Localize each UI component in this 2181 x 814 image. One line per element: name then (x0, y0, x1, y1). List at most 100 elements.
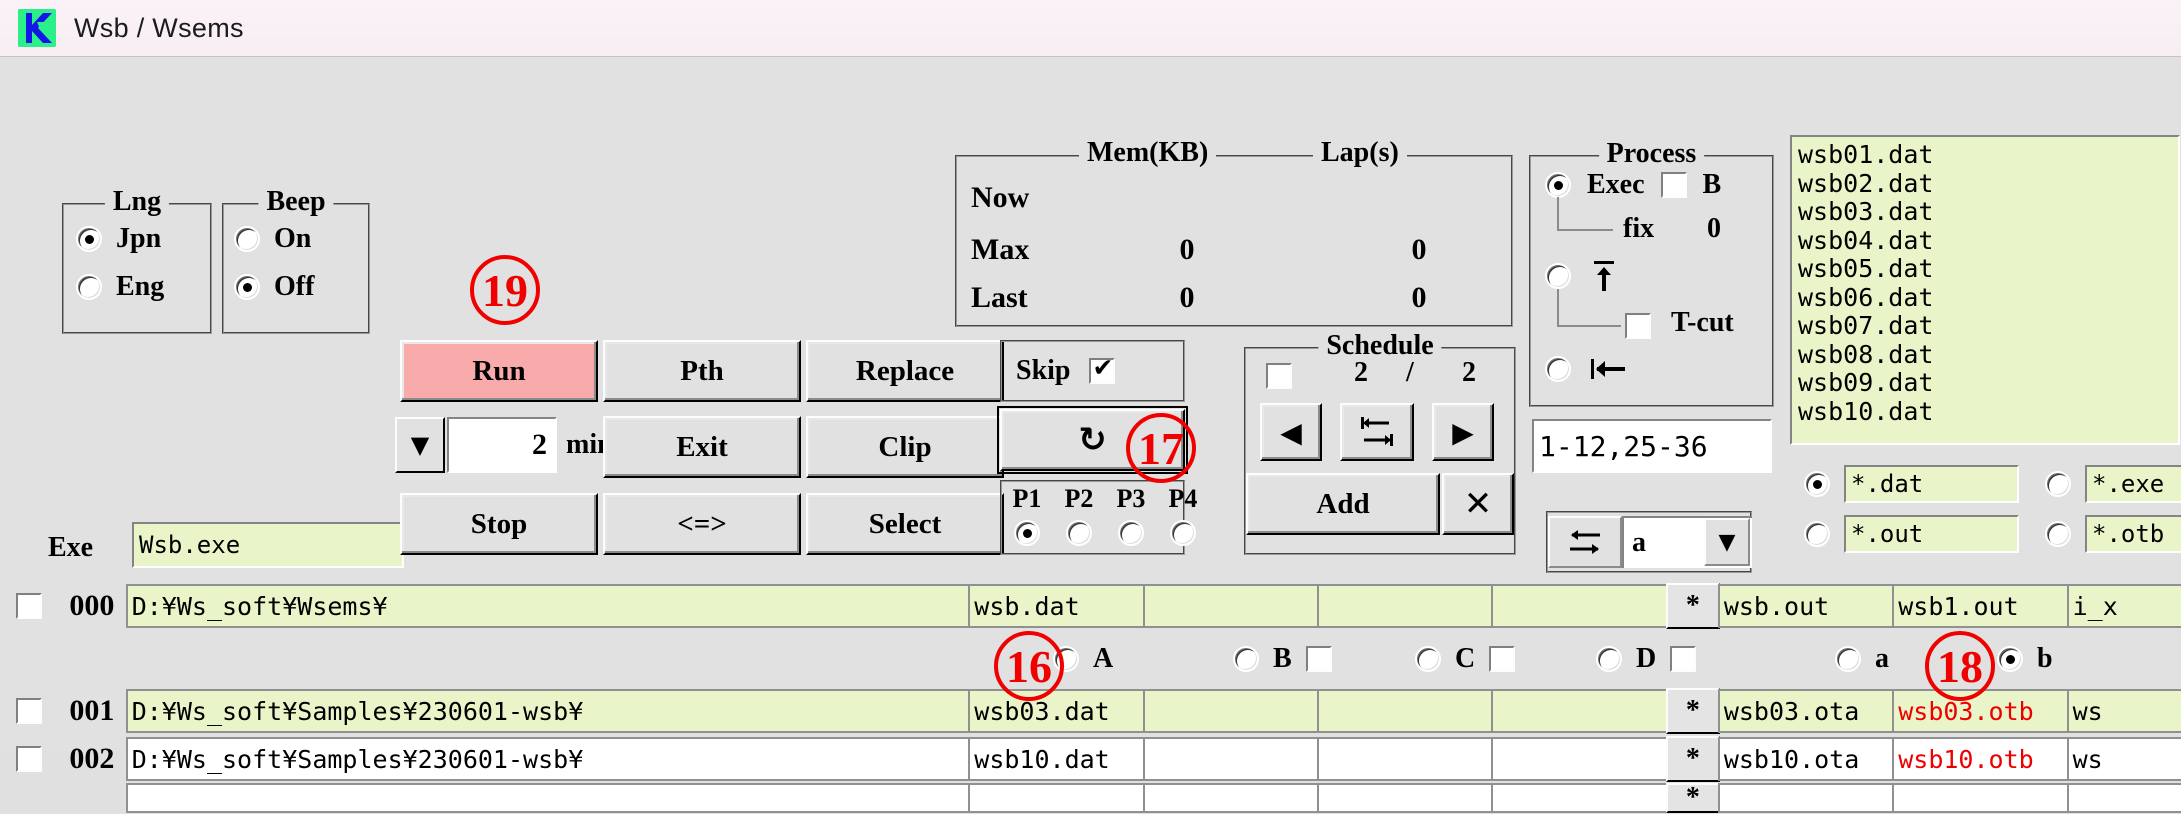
radio-process-mode3[interactable] (1545, 356, 1571, 382)
ab-option-a[interactable]: a (1835, 643, 1889, 675)
file-listbox[interactable]: wsb01.dat wsb02.dat wsb03.dat wsb04.dat … (1790, 135, 2180, 445)
stop-button[interactable]: Stop (400, 493, 598, 555)
radio-pattern-otb[interactable] (2045, 521, 2071, 547)
row-path-field[interactable]: D:¥Ws_soft¥Samples¥230601-wsb¥ (125, 689, 971, 733)
pattern-input-exe[interactable]: *.exe (2085, 465, 2181, 503)
table-row[interactable]: 001 D:¥Ws_soft¥Samples¥230601-wsb¥ wsb03… (0, 687, 2181, 735)
radio-c[interactable] (1415, 646, 1441, 672)
exit-button[interactable]: Exit (603, 416, 801, 478)
pattern-input-otb[interactable]: *.otb (2085, 515, 2181, 553)
list-item[interactable]: wsb03.dat (1798, 197, 2172, 227)
row-in2-field[interactable] (1142, 584, 1320, 628)
checkbox-b[interactable] (1305, 646, 1332, 672)
pattern-option-dat[interactable]: *.dat (1804, 465, 2019, 503)
table-row[interactable]: * (0, 782, 2181, 813)
lng-option-eng[interactable]: Eng (76, 271, 164, 303)
clip-button[interactable]: Clip (806, 416, 1004, 478)
radio-p3[interactable] (1118, 520, 1144, 546)
process-mode3-option[interactable] (1545, 355, 1629, 383)
swap-ab-button[interactable] (1548, 516, 1622, 568)
checkbox-d[interactable] (1670, 646, 1697, 672)
row-in1-field[interactable] (968, 783, 1145, 813)
row-in2-field[interactable] (1142, 737, 1320, 781)
row-in3-field[interactable] (1317, 783, 1494, 813)
list-item[interactable]: wsb10.dat (1798, 397, 2172, 427)
lng-option-jpn[interactable]: Jpn (76, 223, 161, 255)
row-out1-field[interactable] (1717, 783, 1895, 813)
row-path-field[interactable] (125, 783, 971, 813)
row-in1-field[interactable]: wsb03.dat (968, 689, 1145, 733)
row-star-button[interactable]: * (1665, 688, 1720, 734)
beep-option-on[interactable]: On (234, 223, 311, 255)
row-checkbox[interactable] (16, 593, 42, 619)
list-item[interactable]: wsb05.dat (1798, 254, 2172, 284)
row-out2-field[interactable]: wsb1.out (1892, 584, 2069, 628)
row-out3-field[interactable]: i_x (2066, 584, 2181, 628)
row-star-button[interactable]: * (1665, 782, 1720, 813)
list-item[interactable]: wsb01.dat (1798, 140, 2172, 170)
ab-option-b[interactable]: b (1997, 643, 2053, 675)
table-row[interactable]: 002 D:¥Ws_soft¥Samples¥230601-wsb¥ wsb10… (0, 735, 2181, 783)
row-out1-field[interactable]: wsb.out (1717, 584, 1895, 628)
radio-pattern-dat[interactable] (1804, 471, 1830, 497)
abcd-option-b[interactable]: B (1233, 643, 1332, 675)
radio-p1[interactable] (1014, 520, 1040, 546)
list-item[interactable]: wsb08.dat (1798, 340, 2172, 370)
abcd-option-d[interactable]: D (1596, 643, 1697, 675)
radio-pattern-exe[interactable] (2045, 471, 2071, 497)
radio-pattern-out[interactable] (1804, 521, 1830, 547)
timer-dropdown-button[interactable]: ▼ (395, 417, 445, 473)
list-item[interactable]: wsb09.dat (1798, 368, 2172, 398)
row-in4-field[interactable] (1491, 783, 1668, 813)
row-out2-field[interactable]: wsb10.otb (1892, 737, 2069, 781)
radio-process-mode2[interactable] (1545, 263, 1571, 289)
schedule-add-button[interactable]: Add (1246, 473, 1440, 535)
process-mode2-option[interactable] (1545, 259, 1619, 293)
radio-beep-off[interactable] (234, 274, 260, 300)
row-out3-field[interactable] (2066, 783, 2181, 813)
row-out1-field[interactable]: wsb03.ota (1717, 689, 1895, 733)
row-out1-field[interactable]: wsb10.ota (1717, 737, 1895, 781)
radio-d[interactable] (1596, 646, 1622, 672)
process-range-input[interactable]: 1-12,25-36 (1532, 419, 1772, 473)
row-in4-field[interactable] (1491, 689, 1668, 733)
row-out3-field[interactable]: ws (2066, 737, 2181, 781)
select-button[interactable]: Select (806, 493, 1004, 555)
pattern-input-dat[interactable]: *.dat (1844, 465, 2019, 503)
checkbox-c[interactable] (1489, 646, 1516, 672)
row-out2-field[interactable] (1892, 783, 2069, 813)
schedule-next-button[interactable]: ▶ (1432, 403, 1494, 461)
skip-checkbox[interactable] (1088, 354, 1115, 384)
row-in2-field[interactable] (1142, 689, 1320, 733)
row-star-button[interactable]: * (1665, 583, 1720, 629)
row-in1-field[interactable]: wsb.dat (968, 584, 1145, 628)
run-button[interactable]: Run (400, 340, 598, 402)
radio-eng[interactable] (76, 274, 102, 300)
exe-field[interactable]: Wsb.exe (132, 522, 404, 568)
row-star-button[interactable]: * (1665, 736, 1720, 782)
beep-option-off[interactable]: Off (234, 271, 314, 303)
pattern-option-out[interactable]: *.out (1804, 515, 2019, 553)
abcd-option-c[interactable]: C (1415, 643, 1516, 675)
pattern-option-exe[interactable]: *.exe (2045, 465, 2181, 503)
schedule-prev-button[interactable]: ◀ (1260, 403, 1322, 461)
ab-combo-dropdown-button[interactable]: ▼ (1704, 518, 1750, 566)
row-path-field[interactable]: D:¥Ws_soft¥Wsems¥ (125, 584, 971, 628)
row-out3-field[interactable]: ws (2066, 689, 2181, 733)
radio-jpn[interactable] (76, 226, 102, 252)
process-b-checkbox[interactable] (1660, 172, 1687, 198)
pth-button[interactable]: Pth (603, 340, 801, 402)
radio-beep-on[interactable] (234, 226, 260, 252)
row-checkbox[interactable] (16, 698, 42, 724)
row-path-field[interactable]: D:¥Ws_soft¥Samples¥230601-wsb¥ (125, 737, 971, 781)
row-in1-field[interactable]: wsb10.dat (968, 737, 1145, 781)
process-tcut-checkbox[interactable] (1625, 313, 1651, 339)
row-checkbox[interactable] (16, 746, 42, 772)
row-in2-field[interactable] (1142, 783, 1320, 813)
row-in3-field[interactable] (1317, 584, 1494, 628)
list-item[interactable]: wsb06.dat (1798, 283, 2172, 313)
row-in4-field[interactable] (1491, 584, 1668, 628)
radio-lower-a[interactable] (1835, 646, 1861, 672)
list-item[interactable]: wsb02.dat (1798, 169, 2172, 199)
row-in3-field[interactable] (1317, 737, 1494, 781)
